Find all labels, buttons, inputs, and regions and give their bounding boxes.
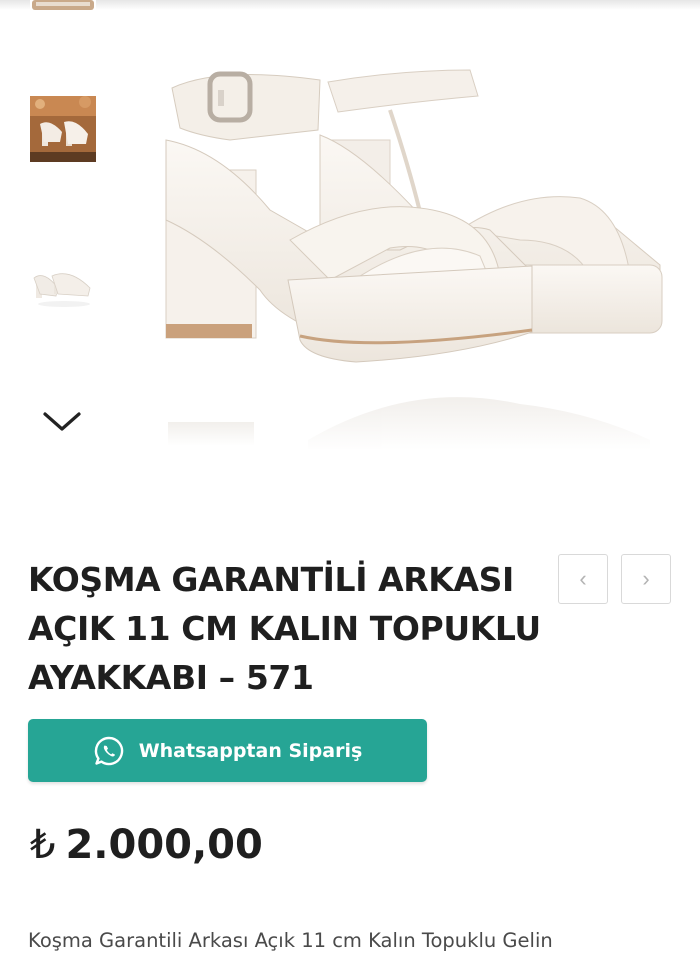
sandal-thumbnail-image [30,96,96,162]
white-platform-sandal-image [165,69,663,450]
previous-product-button[interactable]: ‹ [558,554,608,604]
gallery-next-button[interactable] [40,405,84,437]
gallery-thumbnail[interactable] [30,0,96,12]
whatsapp-icon [94,736,123,765]
whatsapp-order-label: Whatsapptan Sipariş [138,739,363,762]
price-value: 2.000,00 [65,822,263,868]
product-description: Koşma Garantili Arkası Açık 11 cm Kalın … [28,929,553,952]
product-main-image[interactable] [160,40,680,450]
product-title: KOŞMA GARANTİLİ ARKASI AÇIK 11 CM KALIN … [28,560,541,697]
currency-symbol: ₺ [30,822,56,868]
chevron-left-icon: ‹ [579,566,587,591]
header-divider [0,0,700,10]
product-price: ₺ 2.000,00 [30,822,263,868]
sandal-thumbnail-image [30,254,96,320]
sandal-thumbnail-image [30,0,96,12]
chevron-right-icon: › [642,566,650,591]
next-product-button[interactable]: › [621,554,671,604]
whatsapp-order-button[interactable]: Whatsapptan Sipariş [28,719,427,782]
gallery-thumbnail[interactable] [30,96,96,162]
gallery-thumbnail[interactable] [30,254,96,320]
chevron-down-icon [43,412,81,431]
